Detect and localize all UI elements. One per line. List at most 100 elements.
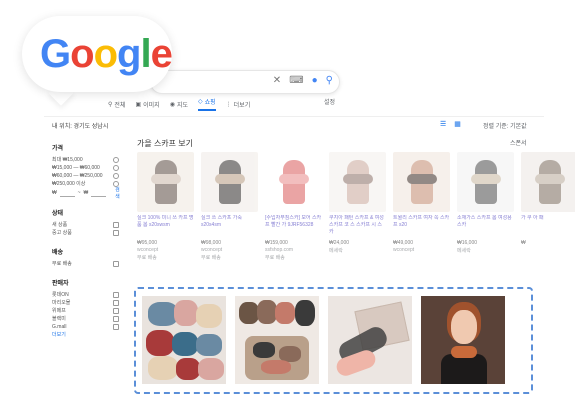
product-name[interactable]: 트윌리 스카프 여자 쪽 스카프 s20 (393, 215, 450, 237)
more-sellers-link[interactable]: 더보기 (52, 331, 122, 339)
mic-icon[interactable]: ● (312, 75, 318, 86)
product-name[interactable]: [수입자무침스카] 모어 스카프 빨간 가 9JRF56328 (265, 215, 322, 237)
delivery-option[interactable]: 무료 배송 (52, 260, 122, 268)
product-price: ₩95,000 (137, 240, 158, 246)
product-image[interactable] (457, 152, 514, 212)
search-input[interactable]: ✕ ⌨ ● ⚲ (150, 70, 340, 94)
tab-more[interactable]: ⋮ 더보기 (226, 97, 251, 111)
product-card[interactable]: 가 쿠 아 패 ₩ (521, 152, 575, 261)
product-name[interactable]: 소재가스 스카프 봄 여성용 스카 (457, 215, 514, 237)
image-shape (176, 358, 200, 380)
filter-title: 판매자 (52, 281, 69, 287)
tab-all[interactable]: ⚲ 전체 (108, 97, 125, 111)
image-shape (172, 332, 198, 356)
product-name[interactable]: 실크 쓰 스카프 가죽 s20s4sm (201, 215, 258, 237)
image-shape (146, 330, 174, 356)
price-option[interactable]: ₩15,000 — ₩60,000 (52, 164, 122, 172)
checkbox[interactable] (113, 308, 119, 314)
scarf-image[interactable] (421, 296, 505, 384)
tab-label: 전체 (114, 102, 126, 109)
price-go-button[interactable]: 검색 (115, 186, 122, 200)
condition-option[interactable]: 중고 상품 (52, 229, 122, 237)
tab-maps[interactable]: ◉ 지도 (170, 97, 188, 111)
radio-button[interactable] (113, 181, 119, 187)
checkbox[interactable] (113, 316, 119, 322)
view-toggle: ☰ ▦ (440, 120, 461, 128)
price-option[interactable]: ₩60,000 — ₩250,000 (52, 172, 122, 180)
list-view-icon[interactable]: ☰ (440, 120, 446, 128)
google-logo[interactable]: Google (40, 32, 173, 77)
image-shape (441, 354, 487, 384)
more-icon: ⋮ (225, 101, 232, 108)
clear-icon[interactable]: ✕ (273, 75, 281, 86)
logo-letter: e (150, 32, 173, 76)
product-image[interactable] (521, 152, 575, 212)
product-card[interactable]: 실크 쓰 스카프 가죽 s20s4sm ₩98,000 wconcept 무료 … (201, 152, 258, 261)
scarf-shape (215, 174, 245, 184)
product-delivery: 무료 배송 (201, 255, 221, 261)
radio-button[interactable] (113, 173, 119, 179)
search-icon: ⚲ (108, 101, 113, 108)
product-image[interactable] (393, 152, 450, 212)
scarf-shape (535, 174, 565, 184)
filter-title: 가격 (52, 146, 64, 152)
product-card[interactable]: [수입자무침스카] 모어 스카프 빨간 가 9JRF56328 ₩159,000… (265, 152, 322, 261)
seller-option[interactable]: 블랙미 (52, 315, 122, 323)
keyboard-icon[interactable]: ⌨ (289, 75, 303, 86)
product-card[interactable]: 트윌리 스카프 여자 쪽 스카프 s20 ₩49,000 wconcept (393, 152, 450, 261)
product-image[interactable] (265, 152, 322, 212)
checkbox[interactable] (113, 300, 119, 306)
logo-letter: l (140, 32, 151, 76)
condition-option[interactable]: 새 상품 (52, 221, 122, 229)
checkbox[interactable] (113, 222, 119, 228)
scarf-image[interactable] (235, 296, 319, 384)
price-option[interactable]: ₩250,000 이상 (52, 180, 122, 188)
product-name[interactable]: 가 쿠 아 패 (521, 215, 575, 237)
map-pin-icon: ◉ (169, 101, 175, 108)
checkbox[interactable] (113, 324, 119, 330)
product-name[interactable]: 쿠지아 패턴 스카프 & 여성 스카프 코 스 스카프 시 스카 (329, 215, 386, 237)
radio-button[interactable] (113, 157, 119, 163)
grid-view-icon[interactable]: ▦ (454, 120, 461, 128)
product-price: ₩16,000 (457, 240, 478, 246)
price-option[interactable]: 최대 ₩15,000 (52, 156, 122, 164)
scarf-image[interactable] (142, 296, 226, 384)
seller-option[interactable]: 마리오몰 (52, 299, 122, 307)
image-shape (451, 310, 477, 344)
image-shape (174, 300, 198, 326)
product-name[interactable]: 실크 100% 미니 쓰 카프 명품 봄 s20swsm (137, 215, 194, 237)
settings-link[interactable]: 설정 (324, 97, 335, 106)
filter-sidebar: 가격 최대 ₩15,000 ₩15,000 — ₩60,000 ₩60,000 … (52, 143, 122, 339)
price-range-input: ₩ ~ ₩ 검색 (52, 186, 122, 200)
image-shape (295, 300, 315, 326)
max-price-field[interactable] (91, 190, 107, 197)
min-price-field[interactable] (59, 190, 75, 197)
seller-option[interactable]: 롯데ON (52, 291, 122, 299)
radio-button[interactable] (113, 165, 119, 171)
product-image[interactable] (329, 152, 386, 212)
product-shop: wconcept (393, 247, 415, 253)
image-shape (239, 302, 259, 324)
tab-images[interactable]: ▣ 이미지 (135, 97, 159, 111)
product-shop: 메세락 (457, 248, 471, 254)
product-card[interactable]: 실크 100% 미니 쓰 카프 명품 봄 s20swsm ₩95,000 wco… (137, 152, 194, 261)
checkbox[interactable] (113, 230, 119, 236)
checkbox[interactable] (113, 261, 119, 267)
product-price: ₩159,000 (265, 240, 288, 246)
search-icon[interactable]: ⚲ (326, 75, 333, 86)
logo-letter: o (70, 32, 94, 76)
product-image[interactable] (137, 152, 194, 212)
product-card[interactable]: 쿠지아 패턴 스카프 & 여성 스카프 코 스 스카프 시 스카 ₩24,000… (329, 152, 386, 261)
product-image[interactable] (201, 152, 258, 212)
tab-shopping[interactable]: ◇ 쇼핑 (197, 97, 216, 111)
scarf-image[interactable] (328, 296, 412, 384)
sort-dropdown[interactable]: 정렬 기준: 기본값 (483, 121, 527, 130)
seller-option[interactable]: G.mall (52, 323, 122, 331)
product-card[interactable]: 소재가스 스카프 봄 여성용 스카 ₩16,000 메세락 (457, 152, 514, 261)
currency-symbol: ₩ (52, 190, 57, 196)
image-shape (253, 342, 275, 358)
checkbox[interactable] (113, 292, 119, 298)
seller-option[interactable]: 위메프 (52, 307, 122, 315)
image-shape (196, 334, 222, 356)
currency-symbol: ₩ (83, 190, 89, 196)
